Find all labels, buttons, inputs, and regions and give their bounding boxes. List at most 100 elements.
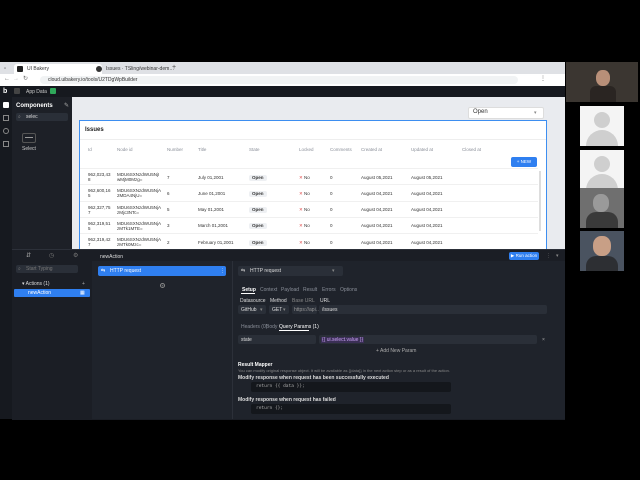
cell-comments: 0 xyxy=(330,174,333,180)
browser-tab-uibakery[interactable]: UI Bakery xyxy=(14,64,102,74)
actions-tab-icon[interactable]: ⇵ xyxy=(26,253,31,260)
cell-title: February 01,2001 xyxy=(198,239,234,245)
cell-updated: August 04,2021 xyxy=(411,223,443,229)
table-row[interactable]: 962,023,43 8 MDU6SXNzdWU5NjI wMjM0Mzg= 7 Ju… xyxy=(80,168,538,185)
add-param-button[interactable]: + Add New Param xyxy=(376,348,416,354)
select-component-icon[interactable] xyxy=(22,133,36,143)
step-http-request[interactable]: ⇆ HTTP request ⋮ xyxy=(98,266,226,276)
col-comments: Comments xyxy=(330,147,352,152)
col-locked: Locked xyxy=(299,147,314,152)
cell-id: 962,023,43 8 xyxy=(88,172,111,182)
window-controls-icon[interactable]: ▫ xyxy=(4,66,6,72)
participant-photo xyxy=(580,231,624,271)
new-row-button[interactable]: + NEW xyxy=(511,157,537,167)
remove-param-icon[interactable]: × xyxy=(542,337,545,343)
database-icon[interactable] xyxy=(3,128,9,134)
action-name[interactable]: newAction xyxy=(100,254,123,260)
forward-icon[interactable]: → xyxy=(13,76,19,83)
state-badge: Open xyxy=(249,207,267,214)
menu-dots-icon[interactable]: ⋮ xyxy=(540,76,546,83)
tab-errors[interactable]: Errors xyxy=(322,287,336,293)
table-row[interactable]: 962,319,42 7 MDU6SXNzdWU5NjA zMTk0Mzc= 2 Fe… xyxy=(80,233,538,250)
cell-updated: August 04,2021 xyxy=(411,207,443,213)
tab-context[interactable]: Context xyxy=(260,287,277,293)
cell-state: Open xyxy=(249,223,289,230)
settings-icon[interactable]: ⚙ xyxy=(73,253,78,260)
col-id: Id xyxy=(88,147,92,152)
run-action-button[interactable]: ▶ Run action xyxy=(509,252,539,260)
components-search-input[interactable]: ⌕ selec xyxy=(16,113,68,121)
col-created: Created at xyxy=(361,147,383,152)
datasource-select[interactable]: GitHub ▾ xyxy=(238,305,266,314)
pages-icon[interactable] xyxy=(3,115,9,121)
grid-icon[interactable] xyxy=(14,88,20,94)
cell-comments: 0 xyxy=(330,239,333,245)
components-icon[interactable] xyxy=(3,102,9,108)
param-key-input[interactable]: state xyxy=(238,335,316,344)
param-value-input[interactable]: {{ ui.select.value }} xyxy=(319,335,537,344)
back-icon[interactable]: ← xyxy=(4,76,10,83)
pin-icon[interactable]: ✎ xyxy=(64,103,69,110)
actions-sidebar: ⌕ Start Typing ▾ Actions (1) + newAction… xyxy=(12,261,93,419)
state-badge: Open xyxy=(249,190,267,197)
action-list-item[interactable]: newAction ▦ xyxy=(14,289,90,297)
cell-number: 6 xyxy=(167,190,170,196)
url-input[interactable]: /issues xyxy=(319,305,547,314)
appbar-label[interactable]: App Data xyxy=(26,89,47,95)
cell-created: August 05,2021 xyxy=(361,174,393,180)
col-closed: Closed at xyxy=(462,147,482,152)
data-icon[interactable] xyxy=(50,88,56,94)
files-icon[interactable] xyxy=(3,141,9,147)
col-title: Title xyxy=(198,147,207,152)
fail-code-editor[interactable]: return {}; xyxy=(251,404,451,414)
subtab-headers[interactable]: Headers (0) xyxy=(241,324,267,330)
tab-options[interactable]: Options xyxy=(340,287,357,293)
cell-node: MDU6SXNzdWU5NjI wMjM0Mzg= xyxy=(117,172,160,182)
url-field[interactable]: cloud.uibakery.io/tools/U2TDgWpBuilder xyxy=(40,76,518,84)
uibakery-favicon-icon xyxy=(17,66,23,72)
history-icon[interactable]: ◷ xyxy=(49,253,54,260)
method-select[interactable]: GET ▾ xyxy=(269,305,289,314)
reload-icon[interactable]: ↻ xyxy=(23,76,28,83)
table-row[interactable]: 962,319,51 5 MDU6SXNzdWU5NjA zMTk1MTE= 3 Ma… xyxy=(80,216,538,234)
collapse-icon[interactable]: ▾ xyxy=(556,253,559,259)
result-mapper-description: You can modify original response object.… xyxy=(238,368,450,373)
play-icon: ▶ xyxy=(510,253,515,258)
add-step-icon[interactable]: + xyxy=(160,283,165,288)
components-panel: Components ✎ ⌕ selec Select xyxy=(12,97,72,249)
add-action-icon[interactable]: + xyxy=(82,281,85,287)
more-icon[interactable]: ⋮ xyxy=(546,253,551,259)
actions-group-label[interactable]: ▾ Actions (1) xyxy=(22,281,50,287)
table-scrollbar[interactable] xyxy=(539,171,541,231)
success-code-editor[interactable]: return {{ data }}; xyxy=(251,382,451,392)
item-menu-icon[interactable]: ▦ xyxy=(80,290,85,296)
cell-comments: 0 xyxy=(330,207,333,213)
cell-locked: ✕ No xyxy=(299,190,310,196)
cell-number: 5 xyxy=(167,207,170,213)
cell-comments: 0 xyxy=(330,190,333,196)
cell-title: May 01,2001 xyxy=(198,207,225,213)
cell-updated: August 04,2021 xyxy=(411,190,443,196)
new-tab-icon[interactable]: + xyxy=(172,64,176,71)
subtab-body[interactable]: Body xyxy=(266,324,277,330)
cell-updated: August 05,2021 xyxy=(411,174,443,180)
cell-number: 7 xyxy=(167,174,170,180)
tab-payload[interactable]: Payload xyxy=(281,287,299,293)
chevron-down-icon: ▾ xyxy=(260,307,263,313)
brand-logo: b xyxy=(3,88,8,95)
cell-state: Open xyxy=(249,239,289,246)
fail-mapper-title: Modify response when request has failed xyxy=(238,397,336,403)
cell-node: MDU6SXNzdWU5NjA zMTk1MTE= xyxy=(117,220,162,231)
cell-locked: ✕ No xyxy=(299,239,310,245)
step-menu-icon[interactable]: ⋮ xyxy=(220,268,225,274)
browser-tab-issues[interactable]: Issues · TSling/webinar-dem… xyxy=(93,64,181,74)
step-type-select[interactable]: ⇆ HTTP request ▾ xyxy=(238,266,343,276)
table-row[interactable]: 962,600,16 5 MDU6SXNzdWU5NjA 2MDA4NjU= 6 Ju… xyxy=(80,184,538,201)
step-icon: ⇆ xyxy=(101,268,106,274)
actions-search-input[interactable]: ⌕ Start Typing xyxy=(16,265,78,273)
tab-result[interactable]: Result xyxy=(303,287,317,293)
state-badge: Open xyxy=(249,174,267,181)
state-select[interactable]: Open ▾ xyxy=(468,107,544,119)
table-row[interactable]: 962,327,75 7 MDU6SXNzdWU5NjA zMjc3NTc= 5 Ma… xyxy=(80,200,538,218)
action-steps: ⇆ HTTP request ⋮ + xyxy=(92,261,233,419)
